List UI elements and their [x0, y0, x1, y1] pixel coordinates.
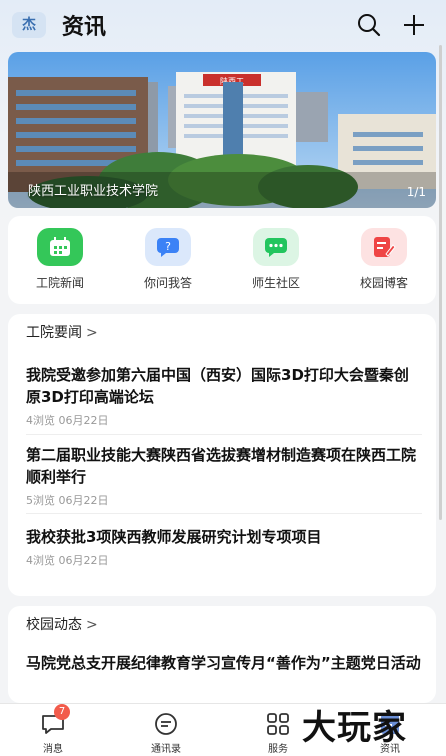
tab-services[interactable]: 服务	[248, 712, 308, 755]
news-meta: 4浏览 06月22日	[26, 414, 109, 427]
question-chat-icon: ?	[145, 228, 191, 266]
shortcut-school-news[interactable]: 工院新闻	[20, 228, 100, 291]
divider	[26, 434, 422, 435]
section-title: 校园动态	[26, 617, 82, 633]
news-item[interactable]: 我院受邀参加第六届中国（西安）国际3D打印大会暨秦创原3D打印高端论坛 4浏览 …	[26, 364, 422, 428]
chevron-right-icon: >	[86, 325, 98, 341]
banner-carousel[interactable]: 陕西工 陕西工业职业技术学院 1/1	[8, 52, 436, 208]
watermark-logo: 大玩家	[302, 708, 407, 748]
shortcut-label: 师生社区	[251, 276, 300, 290]
banner-caption: 陕西工业职业技术学院	[28, 184, 159, 199]
shortcut-grid: 工院新闻 ? 你问我答 师生社区 校园博客	[8, 216, 436, 304]
edit-note-icon	[361, 228, 407, 266]
news-meta: 5浏览 06月22日	[26, 494, 109, 507]
chat-bubble-icon	[253, 228, 299, 266]
unread-badge: 7	[54, 704, 70, 720]
news-item[interactable]: 我校获批3项陕西教师发展研究计划专项项目 4浏览 06月22日	[26, 526, 422, 568]
news-title: 马院党总支开展纪律教育学习宣传月“善作为”主题党日活动	[26, 654, 421, 672]
tab-label: 服务	[268, 744, 288, 755]
shortcut-community[interactable]: 师生社区	[236, 228, 316, 291]
add-icon[interactable]	[401, 12, 427, 38]
message-icon: 7	[40, 704, 70, 736]
news-item[interactable]: 第二届职业技能大赛陕西省选拔赛增材制造赛项在陕西工院顺利举行 5浏览 06月22…	[26, 444, 422, 508]
news-title: 我院受邀参加第六届中国（西安）国际3D打印大会暨秦创原3D打印高端论坛	[26, 366, 409, 406]
news-title: 第二届职业技能大赛陕西省选拔赛增材制造赛项在陕西工院顺利举行	[26, 446, 417, 486]
news-section-card: 工院要闻 > 我院受邀参加第六届中国（西安）国际3D打印大会暨秦创原3D打印高端论…	[8, 314, 436, 596]
section-header[interactable]: 工院要闻 >	[26, 322, 98, 342]
news-item[interactable]: 马院党总支开展纪律教育学习宣传月“善作为”主题党日活动	[26, 652, 422, 674]
tab-messages[interactable]: 7 消息	[23, 704, 83, 755]
shortcut-label: 工院新闻	[35, 276, 84, 290]
campus-news-card: 校园动态 > 马院党总支开展纪律教育学习宣传月“善作为”主题党日活动	[8, 606, 436, 703]
scrollbar[interactable]	[439, 45, 442, 520]
divider	[26, 513, 422, 514]
page-title: 资讯	[62, 15, 107, 40]
banner-page-indicator: 1/1	[406, 185, 426, 199]
svg-text:?: ?	[165, 240, 171, 253]
search-icon[interactable]	[356, 12, 382, 38]
calendar-icon	[37, 228, 83, 266]
chevron-right-icon: >	[86, 617, 98, 633]
tab-contacts[interactable]: 通讯录	[136, 712, 196, 755]
grid-icon	[265, 712, 291, 736]
shortcut-label: 你问我答	[143, 276, 192, 290]
tab-label: 消息	[43, 744, 63, 755]
top-bar: 杰 资讯	[0, 0, 446, 50]
news-meta: 4浏览 06月22日	[26, 554, 109, 567]
section-title: 工院要闻	[26, 325, 82, 341]
shortcut-blog[interactable]: 校园博客	[344, 228, 424, 291]
shortcut-label: 校园博客	[359, 276, 408, 290]
tab-label: 通讯录	[151, 744, 181, 755]
shortcut-qa[interactable]: ? 你问我答	[128, 228, 208, 291]
section-header[interactable]: 校园动态 >	[26, 614, 98, 634]
app-logo[interactable]: 杰	[12, 12, 46, 38]
contacts-icon	[153, 712, 179, 736]
news-title: 我校获批3项陕西教师发展研究计划专项项目	[26, 528, 322, 546]
